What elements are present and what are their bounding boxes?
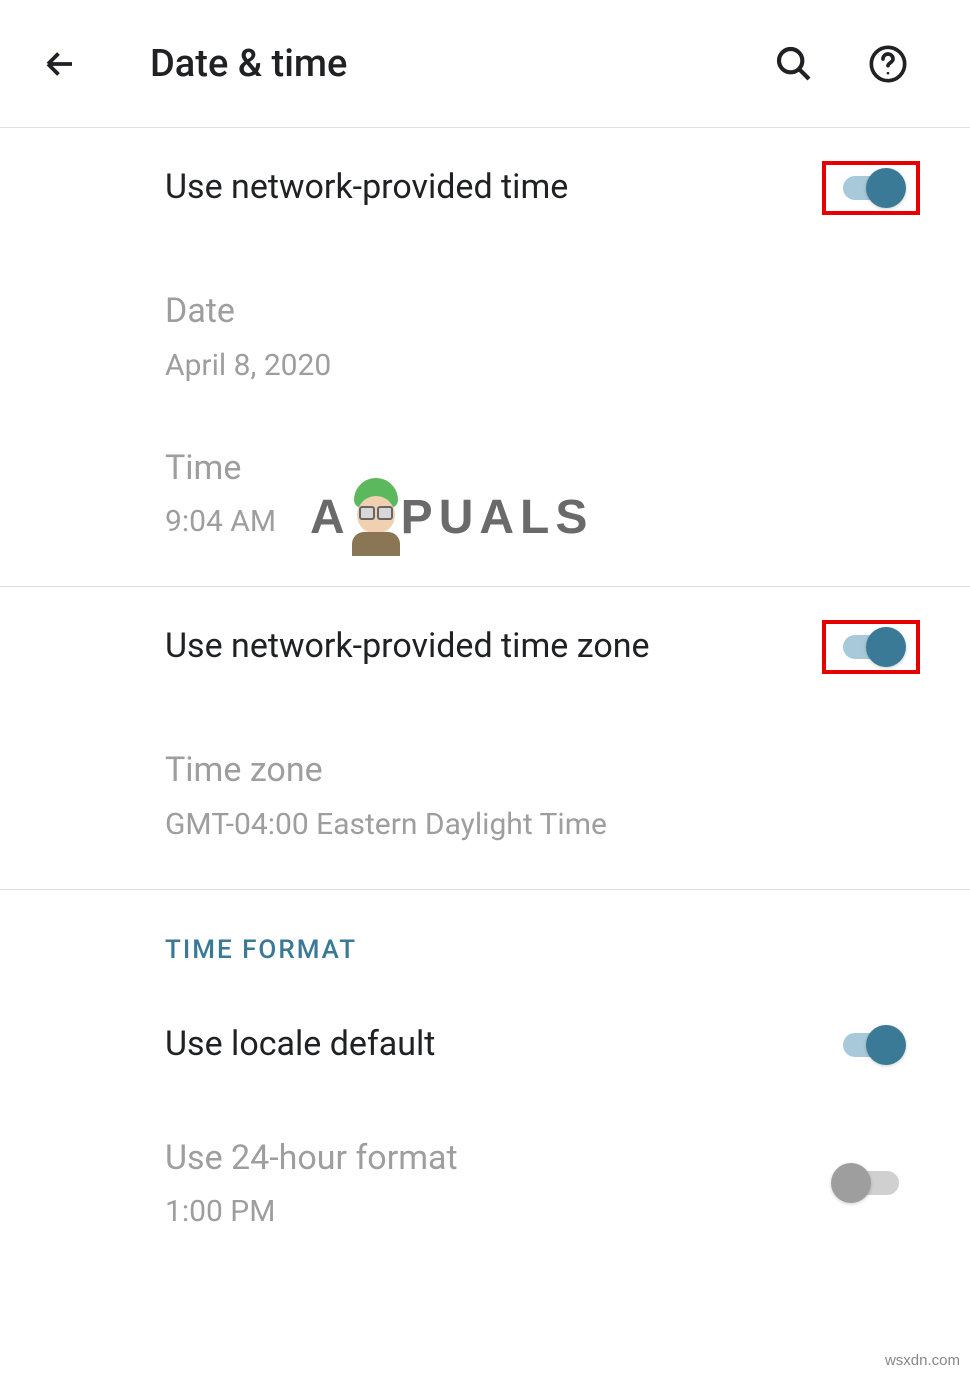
back-icon[interactable] <box>40 44 80 84</box>
setting-timezone: Time zone GMT-04:00 Eastern Daylight Tim… <box>0 707 970 890</box>
setting-value: GMT-04:00 Eastern Daylight Time <box>165 805 607 844</box>
setting-date: Date April 8, 2020 <box>0 248 970 415</box>
setting-value: 1:00 PM <box>165 1192 458 1231</box>
toggle-24hour <box>836 1168 906 1198</box>
setting-locale-default[interactable]: Use locale default <box>0 985 970 1105</box>
watermark-prefix: A <box>310 490 351 545</box>
highlight-box <box>822 161 920 215</box>
page-title: Date & time <box>150 42 772 86</box>
header-bar: Date & time <box>0 0 970 128</box>
setting-label: Use locale default <box>165 1021 435 1069</box>
highlight-box <box>822 620 920 674</box>
section-header-time-format: TIME FORMAT <box>0 890 970 985</box>
watermark-logo: A PUALS <box>310 478 593 556</box>
setting-label: Time <box>165 445 276 493</box>
watermark-suffix: PUALS <box>401 490 594 545</box>
setting-label: Use network-provided time zone <box>165 623 650 671</box>
help-icon[interactable] <box>866 42 910 86</box>
setting-label: Time zone <box>165 747 607 795</box>
watermark-avatar-icon <box>347 478 405 556</box>
setting-value: 9:04 AM <box>165 502 276 541</box>
header-actions <box>772 42 910 86</box>
setting-label: Use network-provided time <box>165 164 568 212</box>
search-icon[interactable] <box>772 42 816 86</box>
setting-network-timezone[interactable]: Use network-provided time zone <box>0 587 970 707</box>
setting-label: Use 24-hour format <box>165 1135 458 1183</box>
toggle-locale-default[interactable] <box>836 1030 906 1060</box>
toggle-network-timezone[interactable] <box>836 632 906 662</box>
setting-label: Date <box>165 288 331 336</box>
setting-network-time[interactable]: Use network-provided time <box>0 128 970 248</box>
setting-24hour: Use 24-hour format 1:00 PM <box>0 1105 970 1272</box>
footer-watermark: wsxdn.com <box>885 1352 960 1369</box>
setting-value: April 8, 2020 <box>165 346 331 385</box>
toggle-network-time[interactable] <box>836 173 906 203</box>
